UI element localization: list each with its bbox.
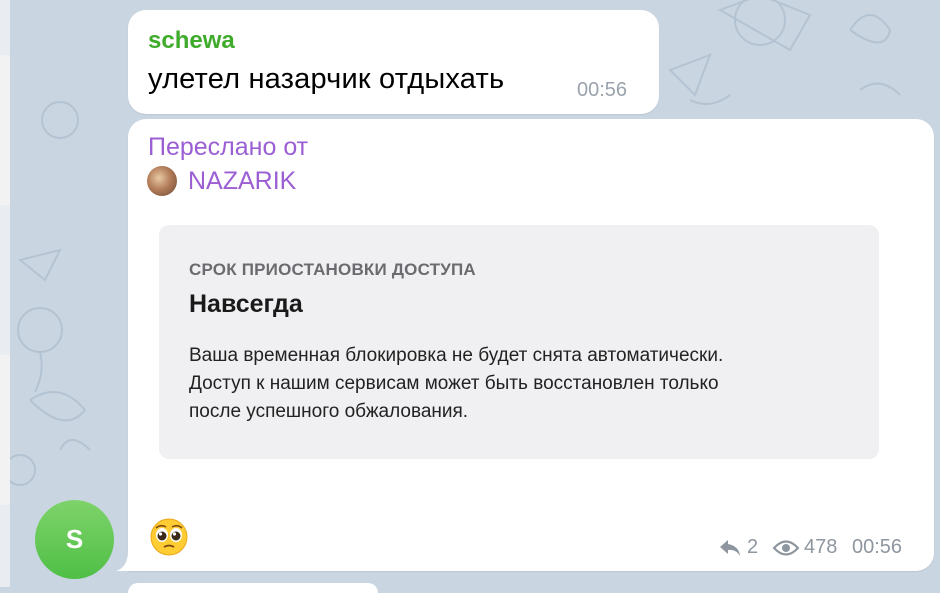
next-message-bubble[interactable] [128, 583, 378, 593]
message-time: 00:56 [577, 79, 628, 101]
card-body: Ваша временная блокировка не будет снята… [189, 342, 723, 426]
forwarded-from-avatar[interactable] [147, 166, 177, 196]
card-body-line: Доступ к нашим сервисам может быть восст… [189, 373, 719, 394]
sidebar-edge [0, 0, 10, 587]
message-text: улетел назарчик отдыхать [148, 63, 505, 95]
eye-icon [773, 540, 799, 556]
forwarded-label: Переслано от [148, 133, 309, 161]
view-count: 478 [804, 536, 838, 558]
card-title: СРОК ПРИОСТАНОВКИ ДОСТУПА [189, 260, 476, 279]
bubble-tail [116, 551, 136, 571]
card-body-line: Ваша временная блокировка не будет снята… [189, 345, 724, 366]
forwarded-from-name[interactable]: NAZARIK [188, 167, 296, 196]
reply-count[interactable]: 2 [747, 536, 758, 559]
message-sender-name[interactable]: schewa [148, 27, 235, 55]
reply-icon[interactable] [718, 537, 742, 559]
message-time: 00:56 [852, 536, 903, 558]
card-body-line: после успешного обжалования. [189, 401, 469, 422]
sender-avatar[interactable]: S [35, 500, 114, 579]
pleading-face-emoji-icon [150, 518, 188, 556]
card-heading: Навсегда [189, 290, 303, 318]
